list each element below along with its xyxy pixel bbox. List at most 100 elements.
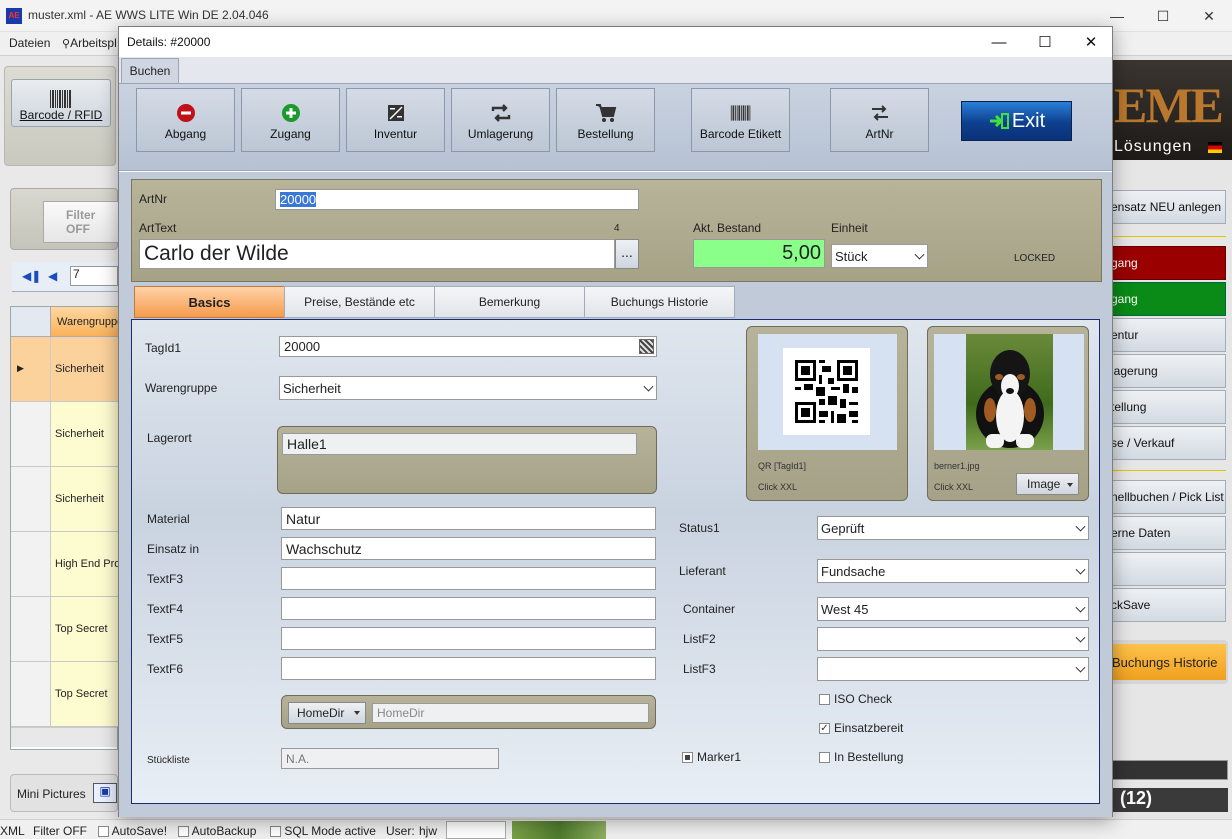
image-click-xxl[interactable]: Click XXL [934, 482, 973, 492]
umlagerung-button[interactable]: Umlagerung [451, 88, 550, 152]
zugang-button[interactable]: Zugang [241, 88, 340, 152]
grid-cell[interactable]: Sicherheit [51, 402, 119, 466]
qr-click-xxl[interactable]: Click XXL [758, 482, 797, 492]
einheit-select[interactable]: Stück [831, 244, 928, 268]
qr-mini-icon[interactable] [639, 339, 654, 354]
homedir-button[interactable]: HomeDir [288, 702, 366, 724]
arttext-input[interactable]: Carlo der Wilde [139, 239, 615, 269]
grid-cell[interactable]: Sicherheit [51, 337, 119, 401]
bestellung-button[interactable]: Bestellung [556, 88, 655, 152]
first-record-icon[interactable]: ◀❚ [22, 269, 41, 283]
side-button-blank[interactable] [1110, 552, 1226, 586]
einsatz-input[interactable]: Wachschutz [281, 537, 656, 560]
quicksave-button[interactable]: ckSave [1110, 588, 1226, 622]
textf4-input[interactable] [281, 597, 656, 620]
picture-icon[interactable]: ▣ [93, 783, 117, 803]
tab-bemerkung[interactable]: Bemerkung [434, 286, 585, 318]
table-row[interactable]: ▶ Sicherheit [11, 337, 119, 402]
qr-preview[interactable] [758, 334, 897, 450]
inventur-button[interactable]: Inventur [346, 88, 445, 152]
schnellbuchen-button[interactable]: nellbuchen / Pick List [1110, 480, 1226, 514]
record-position-input[interactable]: 7 [70, 266, 118, 286]
warengruppe-select[interactable]: Sicherheit [279, 376, 657, 400]
zugang-side-button[interactable]: gang [1110, 282, 1226, 316]
grid-header-warengruppe[interactable]: Warengruppe [51, 307, 119, 337]
textf5-input[interactable] [281, 627, 656, 650]
container-select[interactable]: West 45 [817, 597, 1089, 621]
filter-toggle-button[interactable]: Filter OFF [43, 201, 123, 243]
tab-buchungs-historie[interactable]: Buchungs Historie [584, 286, 735, 318]
dialog-maximize-button[interactable]: ☐ [1022, 27, 1068, 57]
grid-cell[interactable]: Sicherheit [51, 467, 119, 531]
buchungs-historie-side-button[interactable]: Buchungs Historie [1110, 644, 1226, 680]
menu-arbeitsplatz[interactable]: ⚲Arbeitspl [62, 36, 117, 50]
tab-preise[interactable]: Preise, Bestände etc [284, 286, 435, 318]
barcode-etikett-button[interactable]: Barcode Etikett [691, 88, 790, 152]
prev-record-icon[interactable]: ◀ [48, 269, 57, 283]
mini-pictures-label: Mini Pictures [17, 787, 86, 801]
listf2-select[interactable] [817, 627, 1089, 651]
grid-cell[interactable]: Top Secret [51, 597, 119, 661]
row-selector[interactable] [11, 467, 51, 531]
lieferant-select[interactable]: Fundsache [817, 559, 1089, 583]
tagid-input[interactable]: 20000 [279, 336, 657, 357]
barcode-rfid-button[interactable]: Barcode / RFID [11, 79, 111, 127]
row-selector[interactable]: ▶ [11, 337, 51, 401]
dialog-close-button[interactable]: ✕ [1068, 27, 1114, 57]
qr-code-icon [783, 348, 870, 435]
material-input[interactable]: Natur [281, 507, 656, 530]
row-selector[interactable] [11, 532, 51, 596]
artnr-button[interactable]: ArtNr [830, 88, 929, 152]
datensatz-neu-button[interactable]: ensatz NEU anlegen [1110, 190, 1226, 224]
iso-check-checkbox[interactable]: ISO Check [819, 692, 892, 706]
dialog-minimize-button[interactable]: — [976, 27, 1022, 57]
image-menu-button[interactable]: Image [1016, 473, 1079, 495]
tagid-label: TagId1 [145, 341, 182, 355]
table-row[interactable]: Sicherheit [11, 402, 119, 467]
image-preview[interactable] [934, 334, 1084, 450]
table-row[interactable]: High End Pro [11, 532, 119, 597]
menu-dateien[interactable]: Dateien [9, 36, 50, 50]
tab-buchen[interactable]: Buchen [121, 58, 179, 83]
bestand-label: Akt. Bestand [693, 221, 762, 235]
abgang-button[interactable]: Abgang [136, 88, 235, 152]
autobackup-checkbox[interactable]: AutoBackup [178, 824, 256, 838]
maximize-button[interactable]: ☐ [1140, 0, 1186, 32]
table-row[interactable]: Sicherheit [11, 467, 119, 532]
artnr-input[interactable]: 20000 [275, 189, 639, 210]
row-selector[interactable] [11, 597, 51, 661]
brand-logo-text: EME [1114, 77, 1224, 133]
grid-cell[interactable]: Top Secret [51, 662, 119, 726]
textf3-label: TextF3 [147, 572, 184, 586]
listf3-select[interactable] [817, 657, 1089, 681]
externe-daten-button[interactable]: erne Daten [1110, 516, 1226, 550]
sqlmode-checkbox[interactable]: SQL Mode active [270, 824, 376, 838]
abgang-side-button[interactable]: gang [1110, 246, 1226, 280]
close-button[interactable]: ✕ [1186, 0, 1232, 32]
autosave-checkbox[interactable]: AutoSave! [98, 824, 167, 838]
progress-bar [1110, 760, 1228, 780]
exit-button[interactable]: Exit [961, 101, 1072, 141]
preise-verkauf-side-button[interactable]: se / Verkauf [1110, 426, 1226, 460]
arttext-ellipsis-button[interactable]: ... [615, 239, 639, 269]
in-bestellung-checkbox[interactable]: In Bestellung [819, 750, 903, 764]
marker1-checkbox[interactable]: Marker1 [682, 750, 741, 764]
lagerort-input[interactable]: Halle1 [282, 433, 637, 455]
textf3-input[interactable] [281, 567, 656, 590]
grid-corner[interactable] [11, 307, 51, 337]
tab-basics[interactable]: Basics [134, 286, 285, 318]
homedir-input[interactable]: HomeDir [372, 703, 649, 723]
einsatzbereit-checkbox[interactable]: ✓ Einsatzbereit [819, 721, 903, 735]
row-selector[interactable] [11, 402, 51, 466]
table-row[interactable]: Top Secret [11, 662, 119, 727]
stueckliste-input[interactable]: N.A. [281, 748, 499, 769]
grid-cell[interactable]: High End Pro [51, 532, 119, 596]
inventur-side-button[interactable]: entur [1110, 318, 1226, 352]
umlagerung-side-button[interactable]: lagerung [1110, 354, 1226, 388]
table-row[interactable]: Top Secret [11, 597, 119, 662]
row-selector[interactable] [11, 662, 51, 726]
status1-select[interactable]: Geprüft [817, 516, 1089, 540]
horizontal-scrollbar[interactable] [11, 727, 117, 747]
textf6-input[interactable] [281, 657, 656, 680]
bestellung-side-button[interactable]: tellung [1110, 390, 1226, 424]
